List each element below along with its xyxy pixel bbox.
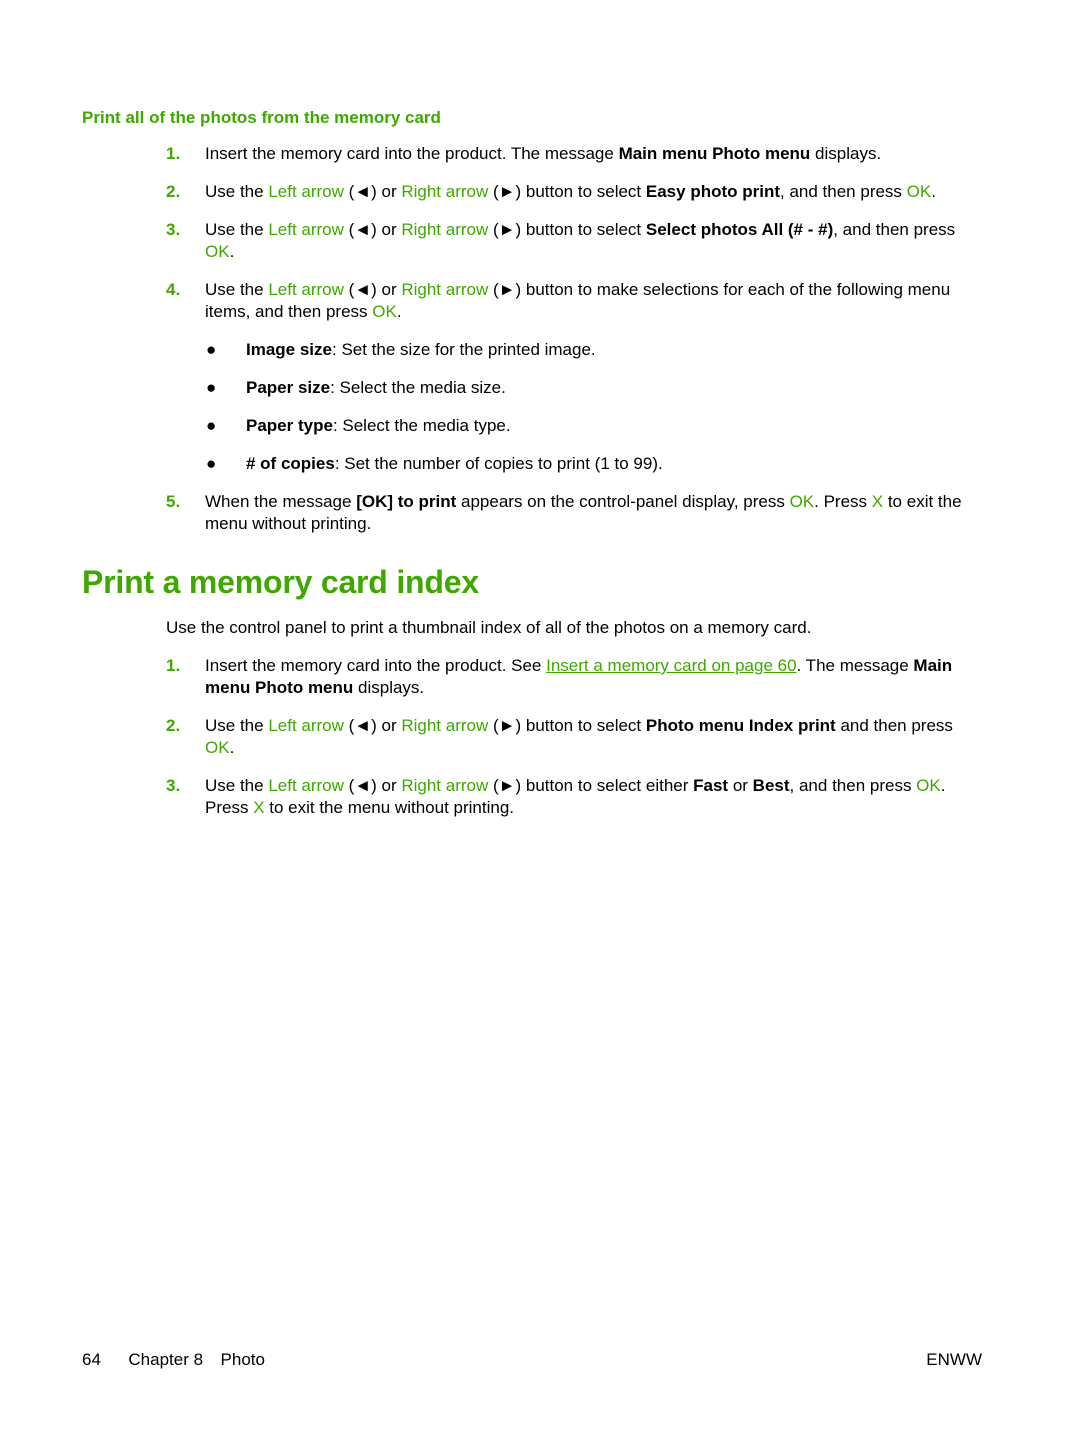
ui-term: Left arrow	[268, 182, 344, 201]
bold-term: [OK] to print	[356, 492, 457, 511]
ui-term: OK	[205, 242, 230, 261]
bold-term: Easy photo print	[645, 182, 781, 201]
section2-step: 2. Use the Left arrow (◄) or Right arrow …	[166, 715, 986, 759]
ui-term: Left arrow	[268, 716, 344, 735]
step-text: Use the Left arrow (◄) or Right arrow (►…	[205, 182, 936, 201]
ui-term: OK	[372, 302, 397, 321]
chapter-label: Chapter 8	[128, 1350, 204, 1369]
step-text: Insert the memory card into the product.…	[205, 656, 953, 697]
bullet-term: Image size	[246, 340, 332, 359]
ui-term: OK	[906, 182, 932, 201]
step-number: 4.	[166, 280, 181, 299]
bullet-icon: ●	[206, 340, 217, 359]
ui-term: Right arrow	[401, 220, 489, 239]
bullet-item: ● # of copies: Set the number of copies t…	[206, 453, 986, 475]
bullet-term: Paper type	[246, 416, 333, 435]
page-number: 64	[82, 1350, 101, 1369]
bullet-item: ● Paper type: Select the media type.	[206, 415, 986, 437]
ui-term: Right arrow	[401, 280, 489, 299]
subheading: Print all of the photos from the memory …	[82, 108, 441, 127]
bold-term: Main menu Photo menu	[618, 144, 811, 163]
ui-term: OK	[789, 492, 815, 511]
ui-term: Right arrow	[401, 716, 489, 735]
ui-term: Right arrow	[401, 182, 489, 201]
step-number: 2.	[166, 716, 181, 735]
bullet-desc: : Set the number of copies to print (1 t…	[334, 454, 663, 473]
ui-term: Left arrow	[268, 280, 344, 299]
section1-step: 1. Insert the memory card into the produc…	[166, 143, 986, 165]
bold-term: Photo menu Index print	[645, 716, 836, 735]
ui-term: OK	[205, 738, 230, 757]
bold-term: Best	[752, 776, 790, 795]
footer-locale: ENWW	[926, 1350, 982, 1369]
section1-step: 3. Use the Left arrow (◄) or Right arrow …	[166, 219, 986, 263]
ui-term: Left arrow	[268, 776, 344, 795]
section1-step: 5. When the message [OK] to print appears…	[166, 491, 986, 535]
step-number: 3.	[166, 776, 181, 795]
bold-term: Select photos All (# - #)	[645, 220, 834, 239]
step-text: When the message [OK] to print appears o…	[205, 492, 962, 533]
step-text: Use the Left arrow (◄) or Right arrow (►…	[205, 716, 953, 757]
step-text: Use the Left arrow (◄) or Right arrow (►…	[205, 220, 956, 261]
bullet-item: ● Image size: Set the size for the printe…	[206, 339, 986, 361]
step-text: Use the Left arrow (◄) or Right arrow (►…	[205, 776, 946, 817]
bullet-item: ● Paper size: Select the media size.	[206, 377, 986, 399]
section-heading: Print a memory card index	[82, 564, 479, 600]
footer-left: 64 Chapter 8 Photo	[82, 1350, 265, 1370]
ui-term: Left arrow	[268, 220, 344, 239]
section1-step: 2. Use the Left arrow (◄) or Right arrow …	[166, 181, 986, 203]
bullet-icon: ●	[206, 454, 217, 473]
section1-step: 4. Use the Left arrow (◄) or Right arrow …	[166, 279, 986, 323]
bullet-term: Paper size	[246, 378, 331, 397]
bullet-icon: ●	[206, 378, 217, 397]
bold-term: Fast	[693, 776, 729, 795]
step-number: 1.	[166, 656, 181, 675]
chapter-title: Photo	[220, 1350, 265, 1369]
bullet-term: # of copies	[246, 454, 335, 473]
bullet-icon: ●	[206, 416, 217, 435]
bullet-desc: : Select the media size.	[330, 378, 506, 397]
step-text: Insert the memory card into the product.…	[205, 144, 882, 163]
intro-paragraph: Use the control panel to print a thumbna…	[166, 618, 812, 637]
step-number: 1.	[166, 144, 181, 163]
step-number: 2.	[166, 182, 181, 201]
section2-step: 3. Use the Left arrow (◄) or Right arrow …	[166, 775, 986, 819]
step-number: 5.	[166, 492, 181, 511]
ui-term: Right arrow	[401, 776, 489, 795]
step-text: Use the Left arrow (◄) or Right arrow (►…	[205, 280, 951, 321]
section2-step: 1. Insert the memory card into the produc…	[166, 655, 986, 699]
ui-term: X	[253, 798, 265, 817]
ui-term: OK	[916, 776, 941, 795]
cross-reference-link[interactable]: Insert a memory card on page 60	[546, 656, 796, 675]
ui-term: X	[871, 492, 884, 511]
bullet-desc: : Select the media type.	[332, 416, 511, 435]
step-number: 3.	[166, 220, 181, 239]
bullet-desc: : Set the size for the printed image.	[332, 340, 596, 359]
